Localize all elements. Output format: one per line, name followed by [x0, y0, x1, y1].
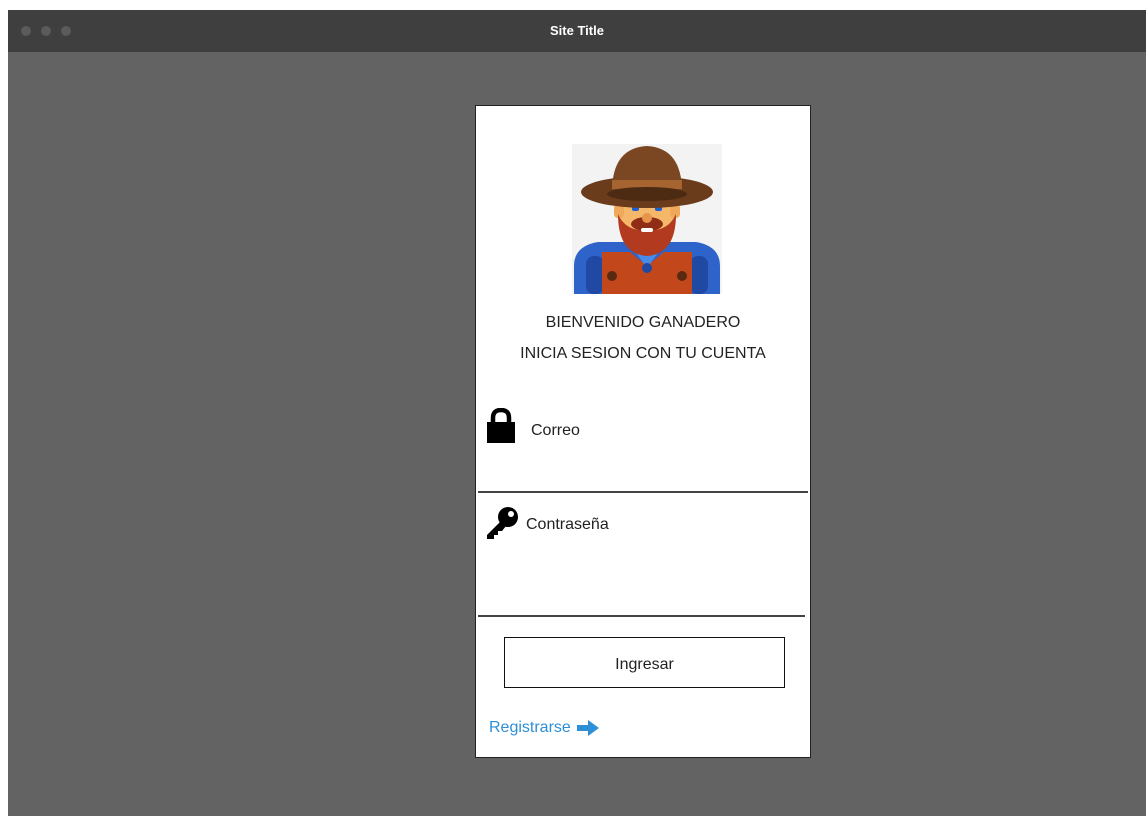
password-field[interactable]: Contraseña	[526, 516, 609, 534]
welcome-subheading: INICIA SESION CON TU CUENTA	[520, 345, 766, 362]
register-label: Registrarse	[489, 719, 571, 736]
register-link[interactable]: Registrarse	[489, 719, 600, 737]
email-underline	[478, 491, 808, 493]
app-window: Site Title BIENVENIDO GANADERO INICIA SE…	[8, 10, 1146, 816]
farmer-avatar-icon	[572, 144, 722, 294]
login-card: BIENVENIDO GANADERO INICIA SESION CON TU…	[475, 105, 811, 758]
lock-icon	[487, 408, 515, 443]
welcome-heading: BIENVENIDO GANADERO	[545, 314, 741, 331]
password-underline	[478, 615, 805, 617]
arrow-right-icon	[576, 720, 599, 736]
login-button[interactable]: Ingresar	[504, 637, 785, 688]
email-field[interactable]: Correo	[531, 422, 580, 440]
title-bar: Site Title	[8, 10, 1146, 52]
window-title: Site Title	[550, 23, 604, 38]
key-icon	[487, 507, 518, 539]
